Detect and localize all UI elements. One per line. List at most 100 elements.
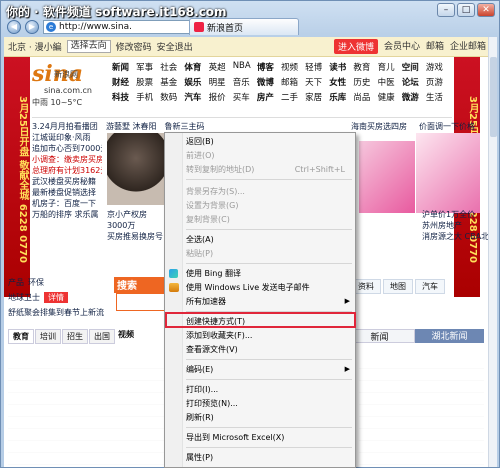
menu-item-print[interactable]: 打印(I)... bbox=[165, 383, 355, 396]
earth-guard-footer[interactable]: 舒纸聚会排集到春节上新流 bbox=[8, 307, 104, 318]
nav-link[interactable]: 微博 bbox=[257, 76, 281, 88]
news-item[interactable]: 最新楼盘促销选择 bbox=[32, 187, 102, 198]
nav-link[interactable]: 读书 bbox=[329, 61, 353, 73]
menu-item-add-to-favorites[interactable]: 添加到收藏夹(F)... bbox=[165, 329, 355, 342]
nav-link[interactable]: 数码 bbox=[160, 91, 184, 103]
menu-item-select-all[interactable]: 全选(A) bbox=[165, 233, 355, 246]
mid-headline[interactable]: 鲁新三主码 bbox=[165, 121, 205, 132]
tab-training[interactable]: 培训 bbox=[35, 329, 61, 344]
maximize-button[interactable]: □ bbox=[457, 3, 475, 17]
nav-link[interactable]: 社会 bbox=[160, 61, 184, 73]
nav-link[interactable]: 轻博 bbox=[305, 61, 329, 73]
news-item[interactable]: 追加市心否到7000元 bbox=[32, 143, 102, 154]
nav-link[interactable]: 英超 bbox=[209, 61, 233, 73]
tab-admission[interactable]: 招生 bbox=[62, 329, 88, 344]
tab-car[interactable]: 汽车 bbox=[415, 279, 445, 294]
nav-link[interactable]: 汽车 bbox=[184, 91, 208, 103]
sina-logo[interactable]: sina 新浪网 sina.com.cn bbox=[32, 61, 112, 97]
news-item[interactable]: 3.24月月拍看播团 bbox=[32, 121, 102, 132]
nav-link[interactable]: 基金 bbox=[160, 76, 184, 88]
menu-item-export-excel[interactable]: 导出到 Microsoft Excel(X) bbox=[165, 431, 355, 444]
member-center-link[interactable]: 会员中心 bbox=[384, 39, 420, 54]
environment-tab[interactable]: 环保 bbox=[28, 277, 44, 288]
nav-link[interactable]: 天下 bbox=[305, 76, 329, 88]
nav-link[interactable]: 娱乐 bbox=[184, 76, 208, 88]
nav-link[interactable]: 教育 bbox=[353, 61, 377, 73]
tab-map[interactable]: 地图 bbox=[383, 279, 413, 294]
menu-item-set-as-background[interactable]: 设置为背景(G) bbox=[165, 199, 355, 212]
news-item[interactable]: 武汉楼盘买房秘籍 bbox=[32, 176, 102, 187]
nav-link[interactable]: 育儿 bbox=[378, 61, 402, 73]
right-news-item[interactable]: 沪单价1万全价 bbox=[422, 209, 489, 220]
address-bar[interactable]: e http://www.sina. bbox=[43, 20, 193, 34]
news-photo[interactable] bbox=[107, 133, 165, 205]
menu-item-properties[interactable]: 属性(P) bbox=[165, 451, 355, 464]
nav-link[interactable]: 二手 bbox=[281, 91, 305, 103]
logout-link[interactable]: 安全退出 bbox=[157, 40, 193, 53]
nav-link[interactable]: 游戏 bbox=[426, 61, 450, 73]
right-news-item[interactable]: 消房源之大 CBA北 bbox=[422, 231, 489, 242]
promo-image[interactable] bbox=[359, 141, 415, 213]
close-button[interactable]: ✕ bbox=[477, 3, 495, 17]
nav-link[interactable]: 女性 bbox=[329, 76, 353, 88]
right-headline[interactable]: 价面调一下价格 bbox=[419, 121, 475, 132]
nav-link[interactable]: 历史 bbox=[353, 76, 377, 88]
search-input[interactable] bbox=[116, 293, 168, 311]
nav-link[interactable]: 页游 bbox=[426, 76, 450, 88]
vertical-scrollbar[interactable] bbox=[488, 37, 497, 467]
menu-item-create-shortcut[interactable]: 创建快捷方式(T) bbox=[165, 315, 355, 328]
nav-link[interactable]: 报价 bbox=[209, 91, 233, 103]
news-item[interactable]: 总理府有计划3162元 bbox=[32, 165, 102, 176]
minimize-button[interactable]: – bbox=[437, 3, 455, 17]
nav-link[interactable]: 乐库 bbox=[329, 91, 353, 103]
menu-item-print-preview[interactable]: 打印预览(N)... bbox=[165, 397, 355, 410]
nav-link[interactable]: 空间 bbox=[402, 61, 426, 73]
nav-link[interactable]: 家居 bbox=[305, 91, 329, 103]
menu-item-live-email[interactable]: 使用 Windows Live 发送电子邮件 bbox=[165, 281, 355, 294]
nav-link[interactable]: 财经 bbox=[112, 76, 136, 88]
hubei-news-tab[interactable]: 湖北新闻 bbox=[415, 329, 484, 343]
nav-link[interactable]: 尚品 bbox=[353, 91, 377, 103]
destination-select[interactable]: 选择去向 bbox=[66, 40, 111, 53]
nav-link[interactable]: 房产 bbox=[257, 91, 281, 103]
menu-item-encoding[interactable]: 编码(E) ▶ bbox=[165, 363, 355, 376]
nav-link[interactable]: 买车 bbox=[233, 91, 257, 103]
change-password-link[interactable]: 修改密码 bbox=[116, 40, 152, 53]
news-item[interactable]: 江城诞印象·风雨 bbox=[32, 132, 102, 143]
news-item[interactable]: 机房子：百度一下 bbox=[32, 198, 102, 209]
menu-item-refresh[interactable]: 刷新(R) bbox=[165, 411, 355, 424]
nav-link[interactable]: 博客 bbox=[257, 61, 281, 73]
nav-link[interactable]: 科技 bbox=[112, 91, 136, 103]
menu-item-copy-background[interactable]: 复制背景(C) bbox=[165, 213, 355, 226]
forward-icon[interactable]: ▶ bbox=[25, 20, 39, 34]
menu-item-go-to-copied-address[interactable]: 转到复制的地址(D) Ctrl+Shift+L bbox=[165, 163, 355, 176]
menu-item-bing-translate[interactable]: 使用 Bing 翻译 bbox=[165, 267, 355, 280]
nav-link[interactable]: 明星 bbox=[209, 76, 233, 88]
mail-link[interactable]: 邮箱 bbox=[426, 39, 444, 54]
details-button[interactable]: 详情 bbox=[44, 292, 68, 303]
nav-link[interactable]: NBA bbox=[233, 61, 257, 73]
promo-image-2[interactable] bbox=[416, 133, 480, 213]
enterprise-mail-link[interactable]: 企业邮箱 bbox=[450, 39, 486, 54]
back-icon[interactable]: ◀ bbox=[7, 20, 21, 34]
mid-headline[interactable]: 游藝墅 沐春阳 bbox=[106, 121, 157, 132]
right-news-item[interactable]: 苏州房地产 bbox=[422, 220, 489, 231]
nav-link[interactable]: 音乐 bbox=[233, 76, 257, 88]
news-item[interactable]: 万船的排序 求乐属 bbox=[32, 209, 102, 220]
weibo-button[interactable]: 进入微博 bbox=[333, 39, 378, 54]
nav-link[interactable]: 视频 bbox=[281, 61, 305, 73]
nav-link[interactable]: 健康 bbox=[378, 91, 402, 103]
nav-link[interactable]: 军事 bbox=[136, 61, 160, 73]
browser-tab[interactable]: 新浪首页 bbox=[189, 18, 299, 35]
nav-link[interactable]: 体育 bbox=[184, 61, 208, 73]
menu-item-paste[interactable]: 粘贴(P) bbox=[165, 247, 355, 260]
nav-link[interactable]: 生活 bbox=[426, 91, 450, 103]
menu-item-all-accelerators[interactable]: 所有加速器 ▶ bbox=[165, 295, 355, 308]
product-tab[interactable]: 产品 bbox=[8, 277, 24, 288]
tab-abroad[interactable]: 出国 bbox=[89, 329, 115, 344]
nav-link[interactable]: 论坛 bbox=[402, 76, 426, 88]
menu-item-save-background[interactable]: 背景另存为(S)... bbox=[165, 185, 355, 198]
video-label[interactable]: 视频 bbox=[118, 329, 134, 340]
earth-guard-title[interactable]: 地球卫士 bbox=[8, 292, 40, 303]
right-headline[interactable]: 海南买房选四房 bbox=[351, 121, 407, 132]
